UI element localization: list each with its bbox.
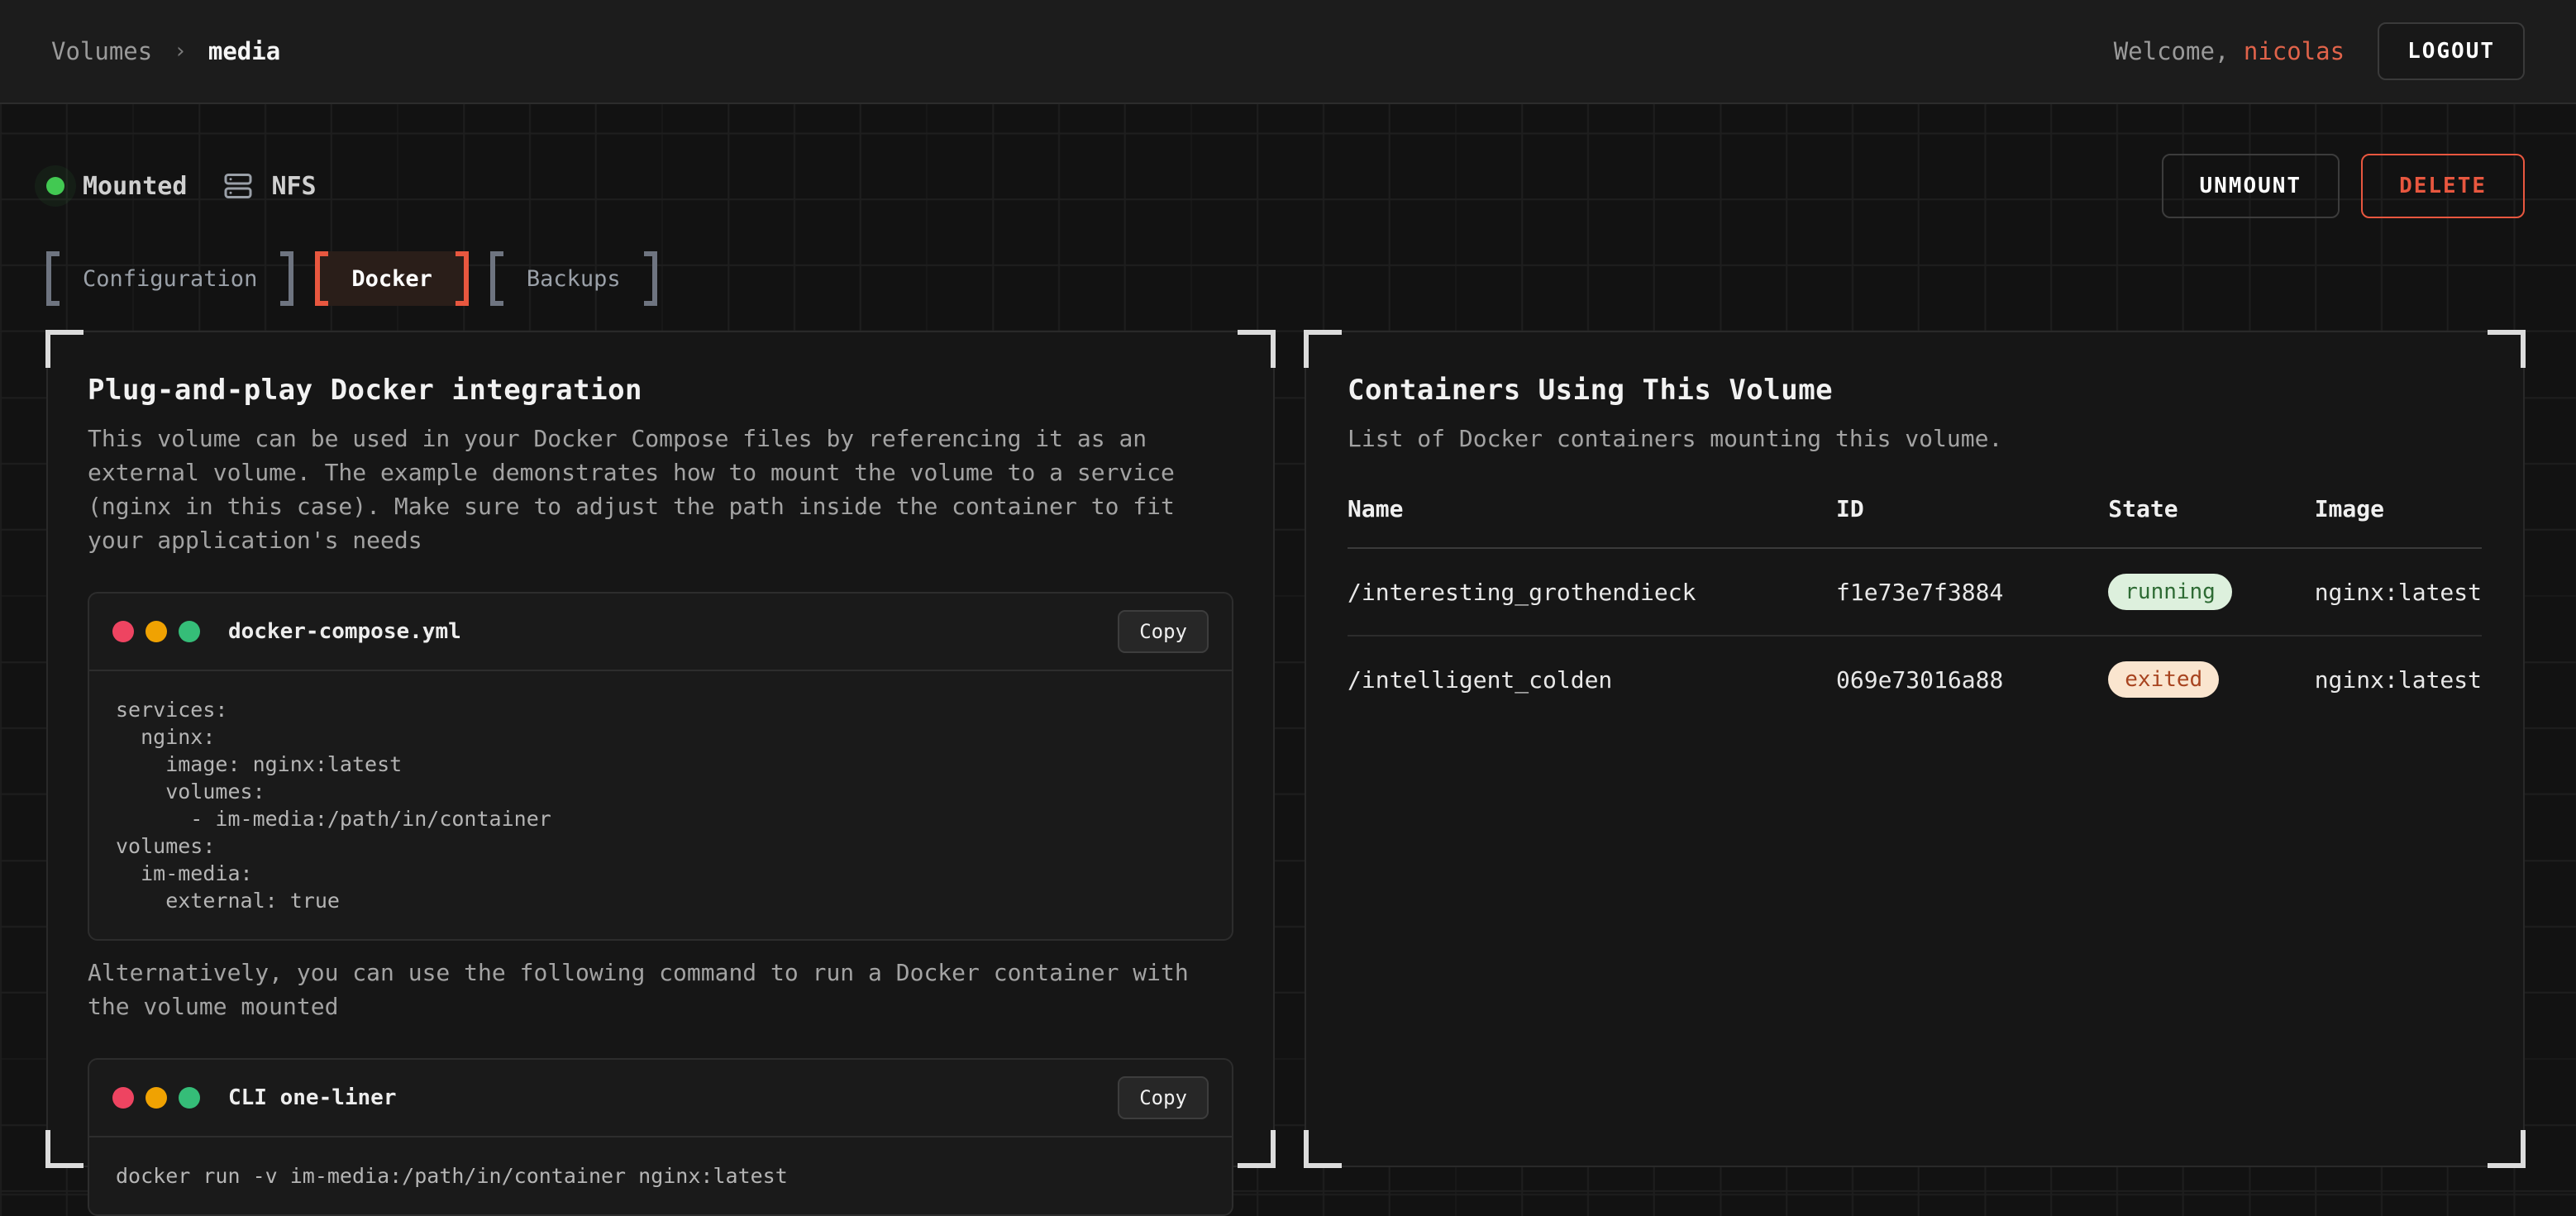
compose-filename: docker-compose.yml (228, 619, 461, 644)
unmount-button[interactable]: UNMOUNT (2162, 154, 2340, 218)
docker-integration-panel: Plug-and-play Docker integration This vo… (46, 331, 1275, 1167)
welcome-text: Welcome, nicolas (2114, 37, 2345, 65)
top-bar-right: Welcome, nicolas LOGOUT (2114, 22, 2525, 80)
tab-bracket-right (456, 251, 469, 306)
tab-label: Configuration (60, 251, 280, 306)
containers-table-header-row: Name ID State Image (1348, 495, 2482, 548)
column-header-state: State (2108, 495, 2314, 548)
tab-bracket-left (315, 251, 328, 306)
panel-corner-bracket (45, 1130, 83, 1168)
green-dot-icon (179, 621, 200, 642)
mount-status-label: Mounted (83, 172, 187, 201)
tab-configuration[interactable]: Configuration (46, 251, 293, 306)
username: nicolas (2244, 37, 2345, 65)
cli-code-header: CLI one-liner Copy (89, 1060, 1232, 1137)
cli-code-block: CLI one-liner Copy docker run -v im-medi… (88, 1058, 1233, 1216)
copy-cli-button[interactable]: Copy (1118, 1076, 1209, 1119)
breadcrumb-current-volume: media (208, 37, 280, 65)
table-row: /intelligent_colden 069e73016a88 exited … (1348, 636, 2482, 722)
tab-label: Docker (328, 251, 456, 306)
breadcrumb-volumes-link[interactable]: Volumes (51, 37, 152, 65)
tab-bracket-left (46, 251, 60, 306)
tab-docker[interactable]: Docker (315, 251, 469, 306)
mounted-status-dot (46, 177, 64, 195)
panel-corner-bracket (1304, 1130, 1342, 1168)
breadcrumb-chevron-icon: › (174, 39, 187, 64)
tab-backups[interactable]: Backups (490, 251, 657, 306)
compose-code: services: nginx: image: nginx:latest vol… (89, 671, 1232, 939)
tab-bracket-right (644, 251, 657, 306)
docker-panel-description: This volume can be used in your Docker C… (88, 422, 1233, 557)
red-dot-icon (112, 1087, 134, 1109)
cli-filename: CLI one-liner (228, 1085, 397, 1110)
panel-corner-bracket (1304, 330, 1342, 368)
containers-panel-subtitle: List of Docker containers mounting this … (1348, 422, 2482, 455)
breadcrumb: Volumes › media (51, 37, 280, 65)
green-dot-icon (179, 1087, 200, 1109)
panel-corner-bracket (1238, 1130, 1276, 1168)
red-dot-icon (112, 621, 134, 642)
column-header-id: ID (1836, 495, 2108, 548)
container-name: /interesting_grothendieck (1348, 548, 1836, 636)
column-header-name: Name (1348, 495, 1836, 548)
container-image: nginx:latest (2315, 636, 2482, 722)
table-row: /interesting_grothendieck f1e73e7f3884 r… (1348, 548, 2482, 636)
cli-code: docker run -v im-media:/path/in/containe… (89, 1137, 1232, 1214)
traffic-light-dots (112, 621, 200, 642)
tab-bracket-right (280, 251, 293, 306)
status-badge: exited (2108, 661, 2219, 698)
container-id: f1e73e7f3884 (1836, 548, 2108, 636)
status-badge: running (2108, 574, 2232, 610)
panel-corner-bracket (2488, 1130, 2526, 1168)
compose-code-block: docker-compose.yml Copy services: nginx:… (88, 592, 1233, 941)
container-id: 069e73016a88 (1836, 636, 2108, 722)
docker-panel-title: Plug-and-play Docker integration (88, 374, 1233, 407)
cli-intro-text: Alternatively, you can use the following… (88, 956, 1233, 1023)
panel-corner-bracket (2488, 330, 2526, 368)
main-content: Mounted NFS UNMOUNT DELETE Configuration… (0, 154, 2576, 1167)
amber-dot-icon (145, 1087, 167, 1109)
containers-panel-title: Containers Using This Volume (1348, 374, 2482, 407)
panels-row: Plug-and-play Docker integration This vo… (46, 331, 2525, 1167)
tab-bar: Configuration Docker Backups (46, 251, 2525, 306)
driver-label: NFS (271, 172, 316, 201)
containers-panel: Containers Using This Volume List of Doc… (1305, 331, 2525, 1167)
tab-bracket-left (490, 251, 503, 306)
amber-dot-icon (145, 621, 167, 642)
top-bar: Volumes › media Welcome, nicolas LOGOUT (0, 0, 2576, 104)
containers-table: Name ID State Image /interesting_grothen… (1348, 495, 2482, 722)
server-icon (223, 171, 253, 201)
welcome-label: Welcome, (2114, 37, 2244, 65)
container-image: nginx:latest (2315, 548, 2482, 636)
logout-button[interactable]: LOGOUT (2378, 22, 2525, 80)
volume-actions: UNMOUNT DELETE (2162, 154, 2526, 218)
compose-code-header: docker-compose.yml Copy (89, 594, 1232, 671)
panel-corner-bracket (1238, 330, 1276, 368)
traffic-light-dots (112, 1087, 200, 1109)
copy-compose-button[interactable]: Copy (1118, 610, 1209, 653)
panel-corner-bracket (45, 330, 83, 368)
driver-status: NFS (223, 171, 316, 201)
column-header-image: Image (2315, 495, 2482, 548)
status-row: Mounted NFS UNMOUNT DELETE (46, 154, 2525, 218)
container-name: /intelligent_colden (1348, 636, 1836, 722)
delete-button[interactable]: DELETE (2361, 154, 2525, 218)
tab-label: Backups (503, 251, 644, 306)
mount-status: Mounted (46, 172, 187, 201)
